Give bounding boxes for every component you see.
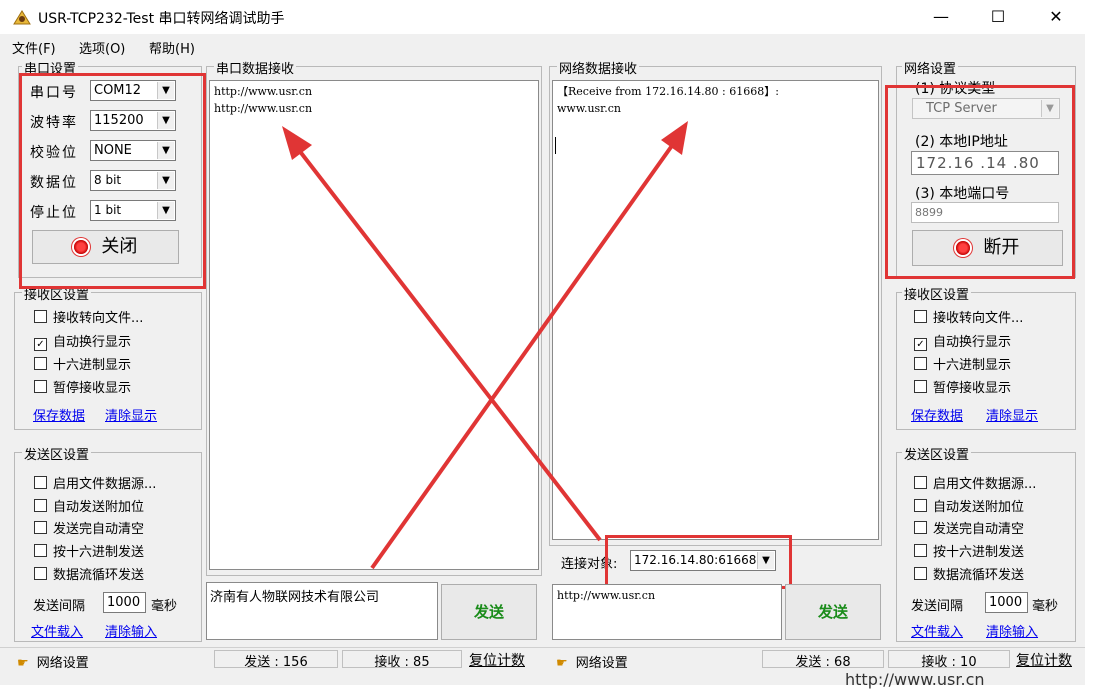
checkbox-icon[interactable] bbox=[914, 544, 927, 557]
window-title: USR-TCP232-Test 串口转网络调试助手 bbox=[38, 11, 285, 27]
net-recv-legend: 网络数据接收 bbox=[557, 58, 640, 77]
statusbar-left-settings[interactable]: ☛ 网络设置 bbox=[17, 652, 89, 671]
net-recv-count: 接收 : 10 bbox=[888, 650, 1010, 670]
left-interval-input[interactable]: 1000 bbox=[103, 592, 146, 613]
right-interval-label: 发送间隔 bbox=[911, 599, 964, 614]
left-save-data-link[interactable]: 保存数据 bbox=[33, 405, 85, 424]
serial-settings-highlight-box bbox=[19, 73, 206, 289]
right-file-load-link[interactable]: 文件载入 bbox=[911, 621, 963, 640]
right-send-opt-loop[interactable]: 数据流循环发送 bbox=[914, 564, 1024, 583]
serial-recv-textarea[interactable]: http://www.usr.cn http://www.usr.cn bbox=[209, 80, 539, 570]
hand-pointer-icon: ☛ bbox=[17, 656, 29, 671]
checkbox-icon[interactable] bbox=[34, 380, 47, 393]
checkbox-icon[interactable] bbox=[914, 380, 927, 393]
left-clear-display-link[interactable]: 清除显示 bbox=[105, 405, 157, 424]
checkbox-icon[interactable] bbox=[914, 521, 927, 534]
left-recv-opt-pause[interactable]: 暂停接收显示 bbox=[34, 377, 131, 396]
checkbox-icon[interactable] bbox=[914, 357, 927, 370]
title-bar: USR-TCP232-Test 串口转网络调试助手 — ☐ ✕ bbox=[0, 0, 1085, 34]
right-interval-input[interactable]: 1000 bbox=[985, 592, 1028, 613]
left-recv-opt-hex[interactable]: 十六进制显示 bbox=[34, 354, 131, 373]
left-recv-opt-wrap[interactable]: ✓ 自动换行显示 bbox=[34, 331, 131, 351]
checkbox-icon[interactable] bbox=[914, 310, 927, 323]
serial-sent-count: 发送 : 156 bbox=[214, 650, 338, 670]
left-clear-input-link[interactable]: 清除输入 bbox=[105, 621, 157, 640]
minimize-button[interactable]: — bbox=[918, 0, 964, 34]
checkbox-icon[interactable] bbox=[34, 357, 47, 370]
left-file-load-link[interactable]: 文件载入 bbox=[31, 621, 83, 640]
text-cursor bbox=[555, 137, 556, 154]
net-settings-legend: 网络设置 bbox=[902, 58, 959, 77]
app-icon bbox=[13, 10, 31, 25]
checkbox-icon[interactable] bbox=[914, 567, 927, 580]
menu-help[interactable]: 帮助(H) bbox=[149, 38, 195, 57]
net-reset-count-link[interactable]: 复位计数 bbox=[1016, 650, 1072, 670]
checkbox-icon[interactable] bbox=[34, 499, 47, 512]
maximize-button[interactable]: ☐ bbox=[975, 0, 1021, 34]
checkbox-checked-icon[interactable]: ✓ bbox=[34, 338, 47, 351]
net-send-input[interactable]: http://www.usr.cn bbox=[552, 584, 782, 640]
serial-recv-count: 接收 : 85 bbox=[342, 650, 462, 670]
right-send-opt-hex[interactable]: 按十六进制发送 bbox=[914, 541, 1024, 560]
serial-send-button[interactable]: 发送 bbox=[441, 584, 537, 640]
hand-pointer-icon: ☛ bbox=[556, 656, 568, 671]
checkbox-checked-icon[interactable]: ✓ bbox=[914, 338, 927, 351]
close-button[interactable]: ✕ bbox=[1033, 0, 1079, 34]
right-recv-opt-wrap[interactable]: ✓ 自动换行显示 bbox=[914, 331, 1011, 351]
left-send-opt-autoclear[interactable]: 发送完自动清空 bbox=[34, 518, 144, 537]
checkbox-icon[interactable] bbox=[914, 476, 927, 489]
menu-file[interactable]: 文件(F) bbox=[12, 38, 56, 57]
serial-send-input[interactable]: 济南有人物联网技术有限公司 bbox=[206, 582, 438, 640]
left-interval-label: 发送间隔 bbox=[33, 599, 86, 614]
left-send-opt-hex[interactable]: 按十六进制发送 bbox=[34, 541, 144, 560]
right-interval-unit: 毫秒 bbox=[1032, 599, 1059, 614]
net-sent-count: 发送 : 68 bbox=[762, 650, 884, 670]
left-send-opt-file[interactable]: 启用文件数据源... bbox=[34, 473, 156, 492]
checkbox-icon[interactable] bbox=[34, 544, 47, 557]
right-save-data-link[interactable]: 保存数据 bbox=[911, 405, 963, 424]
serial-reset-count-link[interactable]: 复位计数 bbox=[469, 650, 525, 670]
right-send-opt-file[interactable]: 启用文件数据源... bbox=[914, 473, 1036, 492]
right-recv-opt-hex[interactable]: 十六进制显示 bbox=[914, 354, 1011, 373]
checkbox-icon[interactable] bbox=[34, 521, 47, 534]
right-send-opt-append[interactable]: 自动发送附加位 bbox=[914, 496, 1024, 515]
right-recv-settings-legend: 接收区设置 bbox=[902, 284, 972, 303]
menu-options[interactable]: 选项(O) bbox=[79, 38, 125, 57]
right-clear-input-link[interactable]: 清除输入 bbox=[986, 621, 1038, 640]
left-interval-unit: 毫秒 bbox=[151, 599, 178, 614]
statusbar-right-settings[interactable]: ☛ 网络设置 bbox=[556, 652, 628, 671]
right-clear-display-link[interactable]: 清除显示 bbox=[986, 405, 1038, 424]
left-send-opt-loop[interactable]: 数据流循环发送 bbox=[34, 564, 144, 583]
app-window: USR-TCP232-Test 串口转网络调试助手 — ☐ ✕ 文件(F) 选项… bbox=[0, 0, 1085, 685]
statusbar-divider bbox=[0, 647, 1085, 648]
right-recv-opt-pause[interactable]: 暂停接收显示 bbox=[914, 377, 1011, 396]
connection-highlight-box bbox=[605, 535, 792, 589]
checkbox-icon[interactable] bbox=[34, 567, 47, 580]
right-send-opt-autoclear[interactable]: 发送完自动清空 bbox=[914, 518, 1024, 537]
checkbox-icon[interactable] bbox=[34, 476, 47, 489]
right-recv-opt-file[interactable]: 接收转向文件... bbox=[914, 307, 1023, 326]
net-recv-textarea[interactable]: 【Receive from 172.16.14.80 : 61668】: www… bbox=[552, 80, 879, 540]
left-send-settings-legend: 发送区设置 bbox=[22, 444, 92, 463]
left-send-opt-append[interactable]: 自动发送附加位 bbox=[34, 496, 144, 515]
left-recv-opt-file[interactable]: 接收转向文件... bbox=[34, 307, 143, 326]
net-send-button[interactable]: 发送 bbox=[785, 584, 881, 640]
serial-recv-legend: 串口数据接收 bbox=[214, 58, 297, 77]
background-window-text: http://www.usr.cn bbox=[845, 670, 985, 689]
right-send-settings-legend: 发送区设置 bbox=[902, 444, 972, 463]
checkbox-icon[interactable] bbox=[914, 499, 927, 512]
net-settings-highlight-box bbox=[885, 85, 1075, 279]
checkbox-icon[interactable] bbox=[34, 310, 47, 323]
